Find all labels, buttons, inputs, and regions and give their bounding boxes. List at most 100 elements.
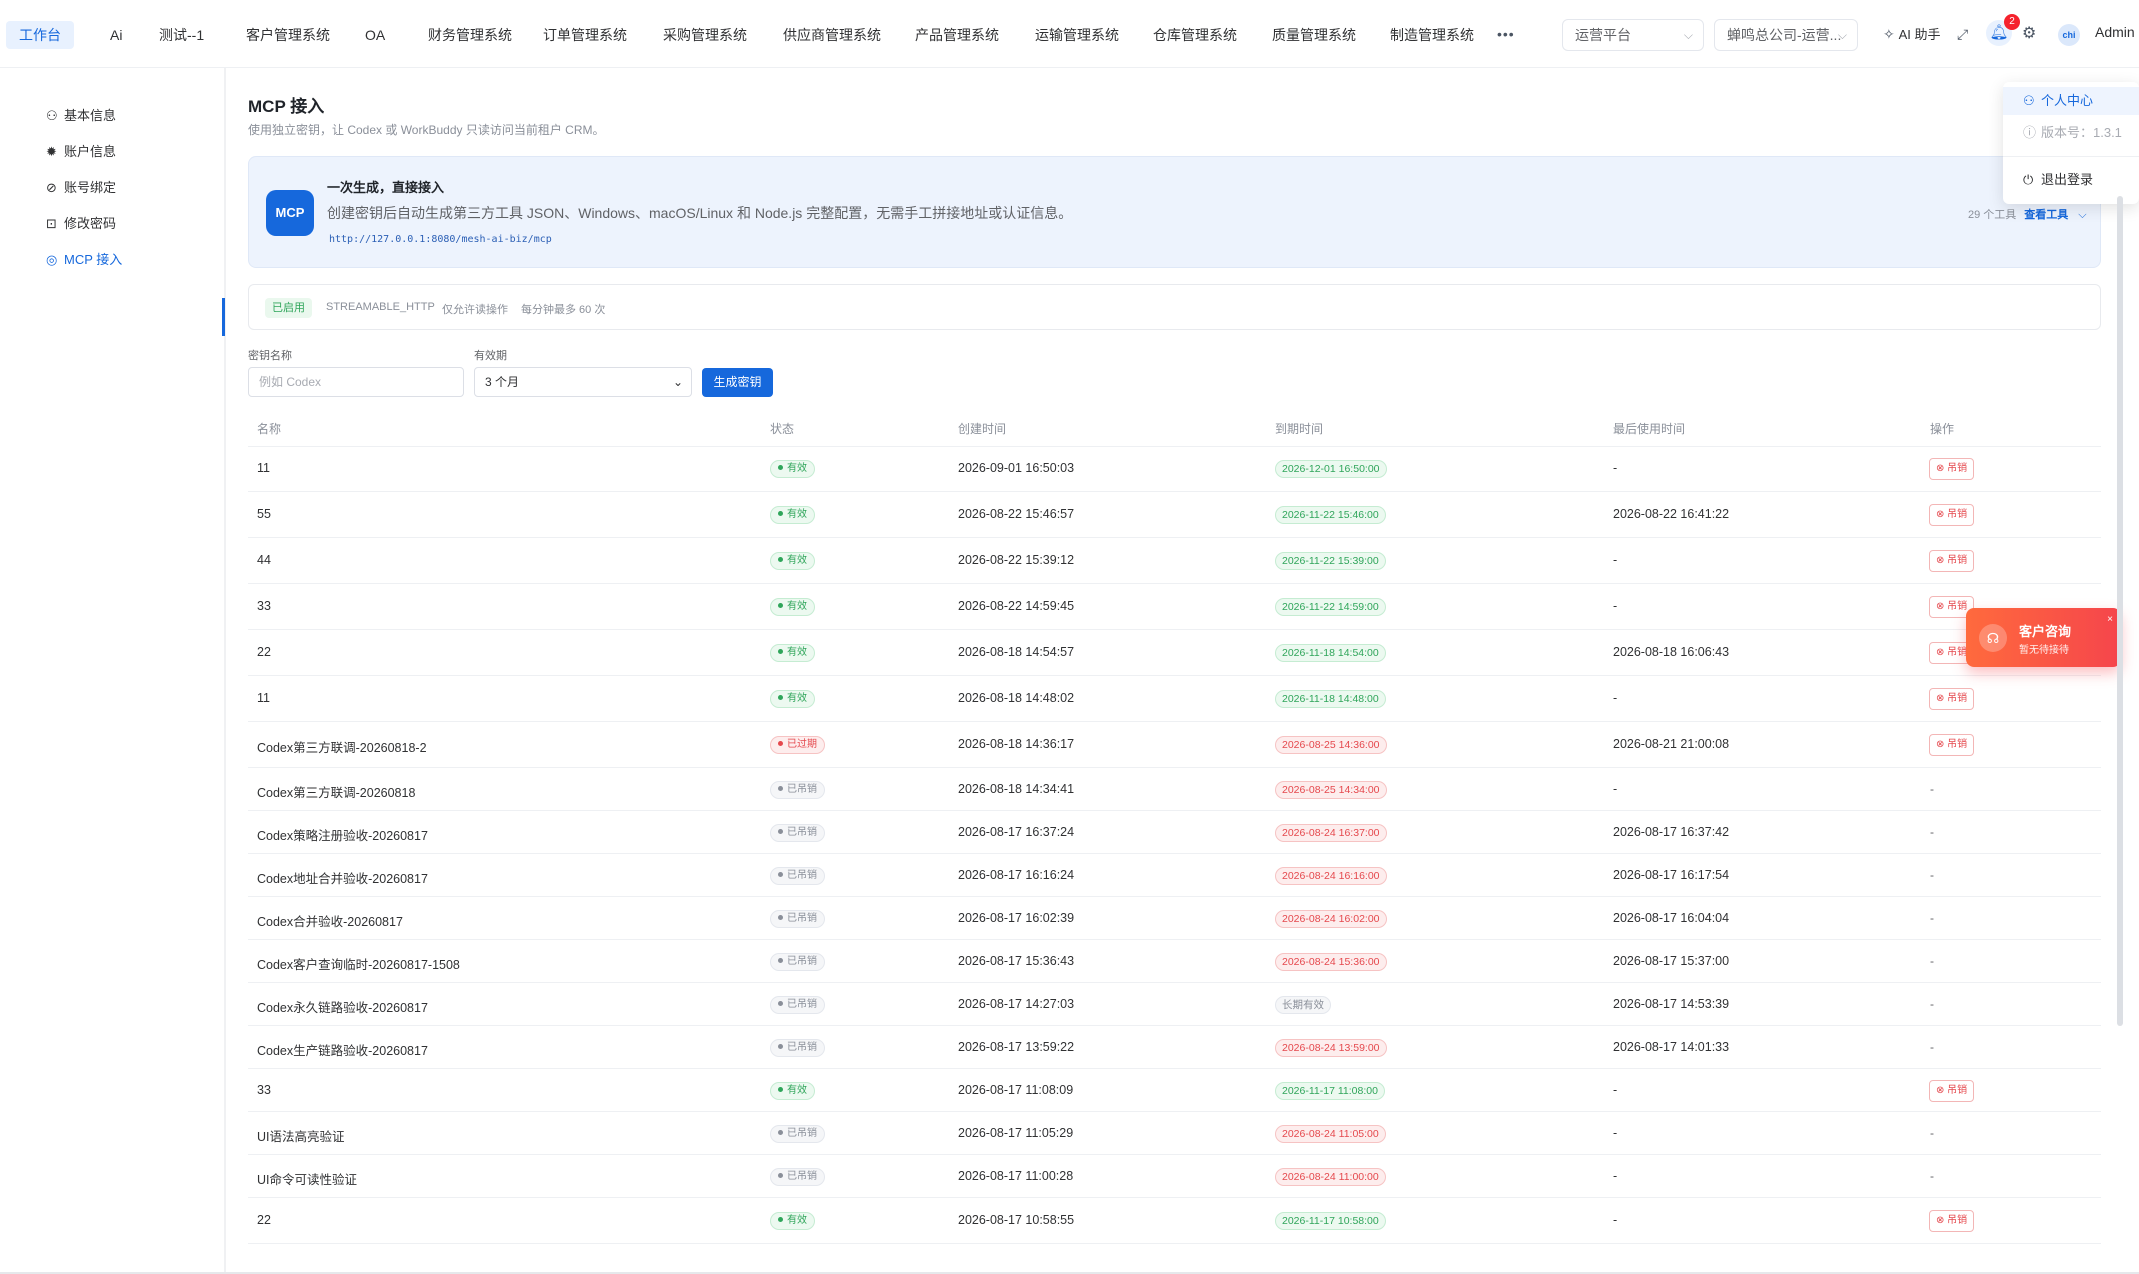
page-description: 使用独立密钥，让 Codex 或 WorkBuddy 只读访问当前租户 CRM。 xyxy=(248,123,605,137)
nav-tab[interactable]: 供应商管理系统 xyxy=(770,21,894,49)
status-label: 已吊销 xyxy=(787,1171,817,1182)
no-action-cell: - xyxy=(1930,868,1934,882)
status-dot-icon xyxy=(778,829,783,834)
mcp-endpoint-url[interactable]: http://127.0.0.1:8080/mesh-ai-biz/mcp xyxy=(329,234,552,245)
revoke-icon: ⊗ xyxy=(1936,601,1948,612)
sidebar-item-basic-info[interactable]: ⚇ 基本信息 xyxy=(46,104,116,128)
key-name-cell: 33 xyxy=(257,1083,271,1097)
view-tools-link[interactable]: 查看工具 xyxy=(2024,209,2068,221)
chevron-down-icon: ⌄ xyxy=(672,375,683,389)
nav-tab[interactable]: 产品管理系统 xyxy=(902,21,1012,49)
revoke-button[interactable]: ⊗ 吊销 xyxy=(1929,458,1975,480)
sidebar-item-mcp[interactable]: ◎ MCP 接入 xyxy=(46,248,122,272)
sidebar-item-change-password[interactable]: ⊡ 修改密码 xyxy=(46,212,116,236)
no-action-cell: - xyxy=(1930,825,1934,839)
nav-tab[interactable]: 财务管理系统 xyxy=(415,21,525,49)
status-badge: 已过期 xyxy=(770,736,825,754)
last-used-cell: - xyxy=(1613,1083,1618,1097)
menu-item-personal-center[interactable]: ⚇ 个人中心 xyxy=(2003,87,2139,115)
user-name[interactable]: Admin xyxy=(2095,24,2135,40)
key-name-cell: UI命令可读性验证 xyxy=(257,1173,358,1187)
table-row: 22 有效 2026-08-17 10:58:55 2026-11-17 10:58:… xyxy=(248,1198,2101,1244)
key-name-cell: 44 xyxy=(257,553,271,567)
status-label: 已吊销 xyxy=(787,827,817,838)
status-dot-icon xyxy=(778,786,783,791)
nav-tab[interactable]: 测试--1 xyxy=(146,21,217,49)
created-time-cell: 2026-08-17 15:36:43 xyxy=(958,954,1075,968)
menu-item-logout[interactable]: ⏻ 退出登录 xyxy=(2003,166,2139,194)
created-time-cell: 2026-08-17 11:00:28 xyxy=(958,1169,1074,1183)
last-used-cell: - xyxy=(1613,1169,1618,1183)
status-badge: 已吊销 xyxy=(770,910,825,928)
revoke-button[interactable]: ⊗ 吊销 xyxy=(1929,1210,1975,1232)
expiry-time-badge: 2026-08-24 16:16:00 xyxy=(1275,867,1387,885)
key-name-cell: Codex生产链路验收-20260817 xyxy=(257,1044,428,1058)
no-action-cell: - xyxy=(1930,954,1934,968)
revoke-label: 吊销 xyxy=(1947,647,1968,658)
revoke-button[interactable]: ⊗ 吊销 xyxy=(1929,550,1975,572)
column-header-actions: 操作 xyxy=(1930,422,1955,436)
status-badge: 已吊销 xyxy=(770,1125,825,1143)
status-label: 已吊销 xyxy=(787,913,817,924)
table-row: Codex策略注册验收-20260817 已吊销 2026-08-17 16:37:… xyxy=(248,811,2101,854)
platform-select[interactable]: 运营平台 ⌵ xyxy=(1562,19,1704,51)
revoke-icon: ⊗ xyxy=(1936,555,1948,566)
status-label: 有效 xyxy=(787,463,807,474)
validity-select[interactable]: 3 个月 ⌄ xyxy=(474,367,692,397)
key-name-cell: 33 xyxy=(257,599,271,613)
expiry-time-badge: 2026-08-25 14:36:00 xyxy=(1275,736,1387,754)
revoke-button[interactable]: ⊗ 吊销 xyxy=(1929,688,1975,710)
close-icon[interactable]: × xyxy=(2107,614,2113,625)
more-tabs-button[interactable]: ••• xyxy=(1497,22,1515,46)
status-dot-icon xyxy=(778,958,783,963)
status-label: 有效 xyxy=(787,647,807,658)
mcp-hero-card: MCP 一次生成，直接接入 创建密钥后自动生成第三方工具 JSON、Window… xyxy=(248,156,2101,268)
customer-consult-widget[interactable]: ☊ 客户咨询 暂无待接待 × xyxy=(1966,608,2121,667)
revoke-label: 吊销 xyxy=(1947,739,1968,750)
status-label: 有效 xyxy=(787,509,807,520)
hero-title: 一次生成，直接接入 xyxy=(327,180,445,195)
last-used-cell: 2026-08-21 21:00:08 xyxy=(1613,737,1730,751)
revoke-label: 吊销 xyxy=(1947,693,1968,704)
expiry-time-badge: 2026-11-22 15:39:00 xyxy=(1275,552,1386,570)
enabled-status-tag: 已启用 xyxy=(265,298,312,318)
fullscreen-icon[interactable]: ⤢ xyxy=(1957,22,1968,46)
status-label: 有效 xyxy=(787,693,807,704)
company-select[interactable]: 蝉鸣总公司-运营... ⌵ xyxy=(1714,19,1858,51)
last-used-cell: - xyxy=(1613,599,1618,613)
ai-assistant-button[interactable]: ✧ AI 助手 xyxy=(1883,22,1941,47)
nav-tab[interactable]: 制造管理系统 xyxy=(1377,21,1487,49)
status-label: 有效 xyxy=(787,601,807,612)
nav-tab[interactable]: 运输管理系统 xyxy=(1022,21,1132,49)
key-name-input[interactable]: 例如 Codex xyxy=(248,367,464,397)
user-icon: ⚇ xyxy=(46,108,58,123)
status-badge: 已吊销 xyxy=(770,781,825,799)
nav-tab[interactable]: 工作台 xyxy=(6,21,74,49)
nav-tab[interactable]: 采购管理系统 xyxy=(650,21,760,49)
nav-tab[interactable]: 订单管理系统 xyxy=(530,21,640,49)
generate-key-button[interactable]: 生成密钥 xyxy=(702,368,773,397)
status-badge: 已吊销 xyxy=(770,1168,825,1186)
avatar[interactable]: chi xyxy=(2058,24,2080,46)
nav-tab[interactable]: Ai xyxy=(97,21,135,49)
sidebar-item-account-info[interactable]: ✹ 账户信息 xyxy=(46,140,116,164)
expiry-time-badge: 2026-08-25 14:34:00 xyxy=(1275,781,1387,799)
settings-gear-icon[interactable]: ⚙ xyxy=(2022,22,2036,46)
sidebar-item-account-binding[interactable]: ⊘ 账号绑定 xyxy=(46,176,116,200)
nav-tab[interactable]: OA xyxy=(352,21,398,49)
page-scrollbar[interactable] xyxy=(2117,196,2123,1026)
created-time-cell: 2026-08-17 16:16:24 xyxy=(958,868,1075,882)
created-time-cell: 2026-08-17 11:05:29 xyxy=(958,1126,1074,1140)
revoke-button[interactable]: ⊗ 吊销 xyxy=(1929,1080,1975,1102)
created-time-cell: 2026-08-17 16:02:39 xyxy=(958,911,1075,925)
revoke-button[interactable]: ⊗ 吊销 xyxy=(1929,734,1975,756)
key-name-cell: Codex客户查询临时-20260817-1508 xyxy=(257,958,460,972)
chevron-down-icon[interactable]: ⌵ xyxy=(2078,209,2086,221)
status-badge: 已吊销 xyxy=(770,953,825,971)
status-badge: 有效 xyxy=(770,552,815,570)
page-title: MCP 接入 xyxy=(248,97,325,116)
nav-tab[interactable]: 质量管理系统 xyxy=(1259,21,1369,49)
nav-tab[interactable]: 仓库管理系统 xyxy=(1140,21,1250,49)
revoke-button[interactable]: ⊗ 吊销 xyxy=(1929,504,1975,526)
nav-tab[interactable]: 客户管理系统 xyxy=(233,21,343,49)
